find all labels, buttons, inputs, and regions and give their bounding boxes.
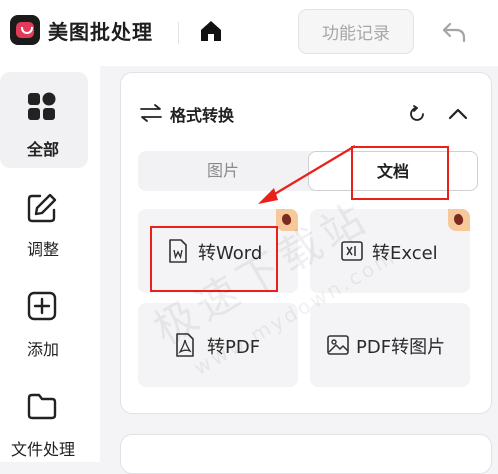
format-tabs: 图片 文档 [138, 151, 478, 191]
folder-icon [27, 393, 57, 420]
vip-badge-icon [276, 209, 298, 231]
add-icon [27, 291, 57, 321]
sidebar-item-label: 文件处理 [10, 440, 75, 459]
pdf-to-image-card[interactable]: PDF转图片 [310, 303, 470, 387]
sidebar-item-adjust[interactable]: 调整 [0, 166, 100, 260]
history-button[interactable]: 功能记录 [298, 9, 414, 54]
sidebar-item-all[interactable]: 全部 [0, 66, 100, 168]
card-label: 转PDF [207, 337, 261, 358]
grid-icon [28, 92, 56, 120]
word-icon [169, 239, 187, 263]
edit-icon [27, 193, 57, 223]
app-title: 美图批处理 [48, 20, 153, 44]
chevron-up-icon[interactable] [446, 103, 470, 125]
sidebar-item-label: 全部 [26, 140, 59, 159]
sidebar-item-label: 添加 [26, 340, 59, 359]
undo-icon[interactable] [440, 19, 468, 45]
refresh-icon[interactable] [406, 103, 428, 125]
divider [178, 22, 179, 44]
image-icon [327, 335, 349, 355]
tab-document[interactable]: 文档 [308, 151, 478, 191]
sidebar-item-label: 调整 [26, 240, 59, 259]
next-panel [120, 434, 492, 474]
excel-icon [341, 241, 363, 261]
card-label: 转Word [198, 243, 263, 264]
convert-to-pdf-card[interactable]: 转PDF [138, 303, 298, 387]
swap-icon [140, 104, 162, 122]
app-header: 美图批处理 功能记录 [0, 0, 498, 66]
sidebar-item-add[interactable]: 添加 [0, 266, 100, 360]
tab-image[interactable]: 图片 [138, 151, 308, 191]
sidebar-item-file[interactable]: 文件处理 [0, 366, 100, 460]
convert-to-excel-card[interactable]: 转Excel [310, 209, 470, 293]
sidebar: 全部 调整 添加 文件处理 [0, 66, 100, 462]
home-icon[interactable] [198, 18, 224, 44]
panel-title: 格式转换 [170, 106, 235, 125]
card-label: 转Excel [372, 243, 438, 264]
card-label: PDF转图片 [356, 337, 446, 358]
format-conversion-panel: 格式转换 图片 文档 转Word 转Excel 转PDF PDF转图片 [120, 72, 492, 414]
vip-badge-icon [448, 209, 470, 231]
app-logo-icon [10, 15, 40, 45]
convert-to-word-card[interactable]: 转Word [138, 209, 298, 293]
pdf-icon [176, 333, 194, 357]
